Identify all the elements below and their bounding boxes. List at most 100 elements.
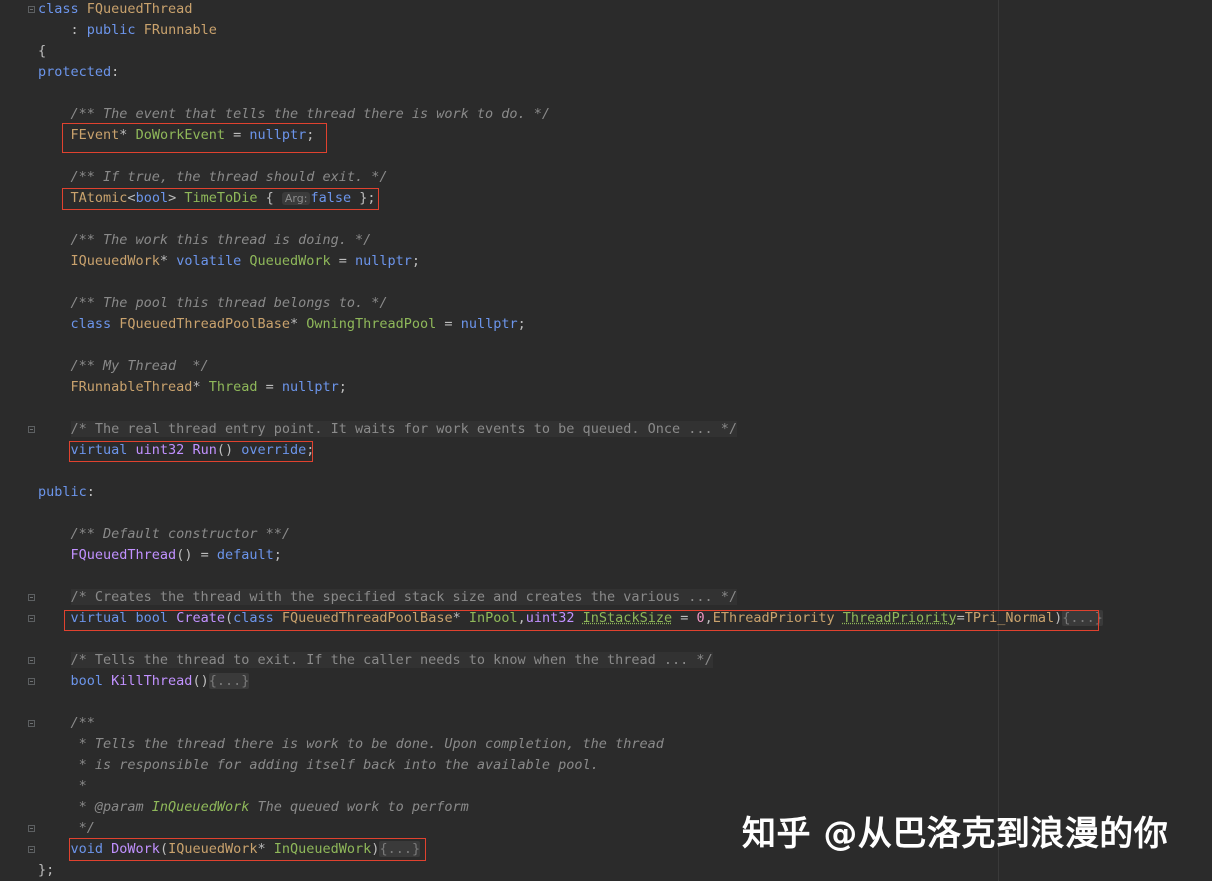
code-line[interactable]: TAtomic<bool> TimeToDie { Arg: false }; <box>38 188 376 209</box>
code-token: InQueuedWork <box>273 841 372 857</box>
code-token: ( <box>224 610 234 626</box>
code-line[interactable]: /** The event that tells the thread ther… <box>38 104 551 125</box>
code-token: { <box>257 190 282 206</box>
code-line[interactable]: IQueuedWork* volatile QueuedWork = nullp… <box>38 251 421 272</box>
code-token: * <box>257 841 274 857</box>
code-token: , <box>517 610 526 626</box>
code-token: Thread <box>208 379 258 395</box>
fold-toggle-icon[interactable] <box>28 6 35 13</box>
code-line[interactable]: /* The real thread entry point. It waits… <box>38 419 737 440</box>
code-line[interactable]: FEvent* DoWorkEvent = nullptr; <box>38 125 315 146</box>
code-token: protected <box>38 64 112 80</box>
code-line[interactable]: public: <box>38 482 95 503</box>
code-token: class <box>233 610 282 626</box>
code-line[interactable]: void DoWork(IQueuedWork* InQueuedWork){.… <box>38 839 421 860</box>
code-token: * <box>452 610 469 626</box>
fold-toggle-icon[interactable] <box>28 825 35 832</box>
code-line[interactable]: */ <box>38 818 95 839</box>
code-token: : <box>86 484 95 500</box>
code-line[interactable]: class FQueuedThread <box>38 0 192 20</box>
code-token: class <box>38 1 87 17</box>
code-token: The queued work to perform <box>249 799 469 815</box>
code-token: InQueuedWork <box>151 799 250 815</box>
code-line[interactable]: }; <box>38 860 54 881</box>
code-line[interactable]: { <box>38 41 46 62</box>
fold-toggle-icon[interactable] <box>28 615 35 622</box>
fold-toggle-icon[interactable] <box>28 426 35 433</box>
code-line[interactable]: /** <box>38 713 95 734</box>
code-token: volatile <box>176 253 250 269</box>
code-line[interactable]: * Tells the thread there is work to be d… <box>38 734 664 755</box>
code-token: < <box>127 190 136 206</box>
folded-region[interactable]: {...} <box>1062 610 1103 626</box>
code-line[interactable]: virtual uint32 Run() override; <box>38 440 315 461</box>
code-line[interactable]: FRunnableThread* Thread = nullptr; <box>38 377 347 398</box>
code-token: /** If true, the thread should exit. */ <box>38 169 388 185</box>
code-line[interactable]: : public FRunnable <box>38 20 217 41</box>
parameter-hint: Arg: <box>281 192 311 205</box>
code-token: , <box>704 610 713 626</box>
code-line[interactable]: * @param InQueuedWork The queued work to… <box>38 797 469 818</box>
code-line[interactable]: FQueuedThread() = default; <box>38 545 282 566</box>
fold-toggle-icon[interactable] <box>28 594 35 601</box>
code-token: OwningThreadPool <box>306 316 437 332</box>
code-token: = <box>224 127 250 143</box>
fold-toggle-icon[interactable] <box>28 678 35 685</box>
code-token: }; <box>351 190 376 206</box>
code-token: nullptr <box>355 253 412 269</box>
code-line[interactable]: /* Creates the thread with the specified… <box>38 587 737 608</box>
code-line[interactable]: /** If true, the thread should exit. */ <box>38 167 388 188</box>
code-token: /** <box>38 715 95 731</box>
code-token: Create <box>176 610 225 626</box>
code-token: FRunnable <box>143 22 217 38</box>
code-token: ; <box>306 442 315 458</box>
folded-region[interactable]: {...} <box>208 673 250 689</box>
code-token: () <box>216 442 242 458</box>
code-line[interactable]: virtual bool Create(class FQueuedThreadP… <box>38 608 1103 629</box>
code-token: ; <box>338 379 347 395</box>
fold-toggle-icon[interactable] <box>28 657 35 664</box>
code-token: 0 <box>696 610 705 626</box>
code-token: /* The real thread entry point. It waits… <box>70 421 737 437</box>
code-token: DoWorkEvent <box>135 127 225 143</box>
code-token: }; <box>38 862 55 878</box>
code-token: nullptr <box>249 127 307 143</box>
code-token: /** Default constructor **/ <box>38 526 290 542</box>
code-line[interactable]: bool KillThread(){...} <box>38 671 250 692</box>
code-token: InStackSize <box>582 610 673 626</box>
code-token: virtual <box>70 610 136 626</box>
fold-toggle-icon[interactable] <box>28 720 35 727</box>
code-line[interactable]: class FQueuedThreadPoolBase* OwningThrea… <box>38 314 526 335</box>
code-line[interactable]: /** The pool this thread belongs to. */ <box>38 293 388 314</box>
code-token: = <box>257 379 282 395</box>
code-token: ; <box>517 316 526 332</box>
code-token: KillThread <box>111 673 193 689</box>
code-line[interactable]: /* Tells the thread to exit. If the call… <box>38 650 713 671</box>
fold-toggle-icon[interactable] <box>28 846 35 853</box>
code-line[interactable]: /** The work this thread is doing. */ <box>38 230 372 251</box>
code-token: virtual <box>70 442 136 458</box>
code-token: FQueuedThread <box>86 1 193 17</box>
code-token: InPool <box>468 610 518 626</box>
code-token: nullptr <box>281 379 339 395</box>
code-line[interactable]: * is responsible for adding itself back … <box>38 755 599 776</box>
code-line[interactable]: protected: <box>38 62 119 83</box>
code-token: = <box>330 253 356 269</box>
code-line[interactable]: /** My Thread */ <box>38 356 209 377</box>
code-line[interactable]: * <box>38 776 87 797</box>
code-token: : <box>111 64 120 80</box>
folded-region[interactable]: {...} <box>379 841 421 857</box>
code-editor[interactable]: class FQueuedThread : public FRunnable {p… <box>0 0 1212 881</box>
code-line[interactable]: /** Default constructor **/ <box>38 524 290 545</box>
code-token: FEvent <box>70 127 120 143</box>
watermark-text: 知乎 @从巴洛克到浪漫的你 <box>742 814 1169 854</box>
